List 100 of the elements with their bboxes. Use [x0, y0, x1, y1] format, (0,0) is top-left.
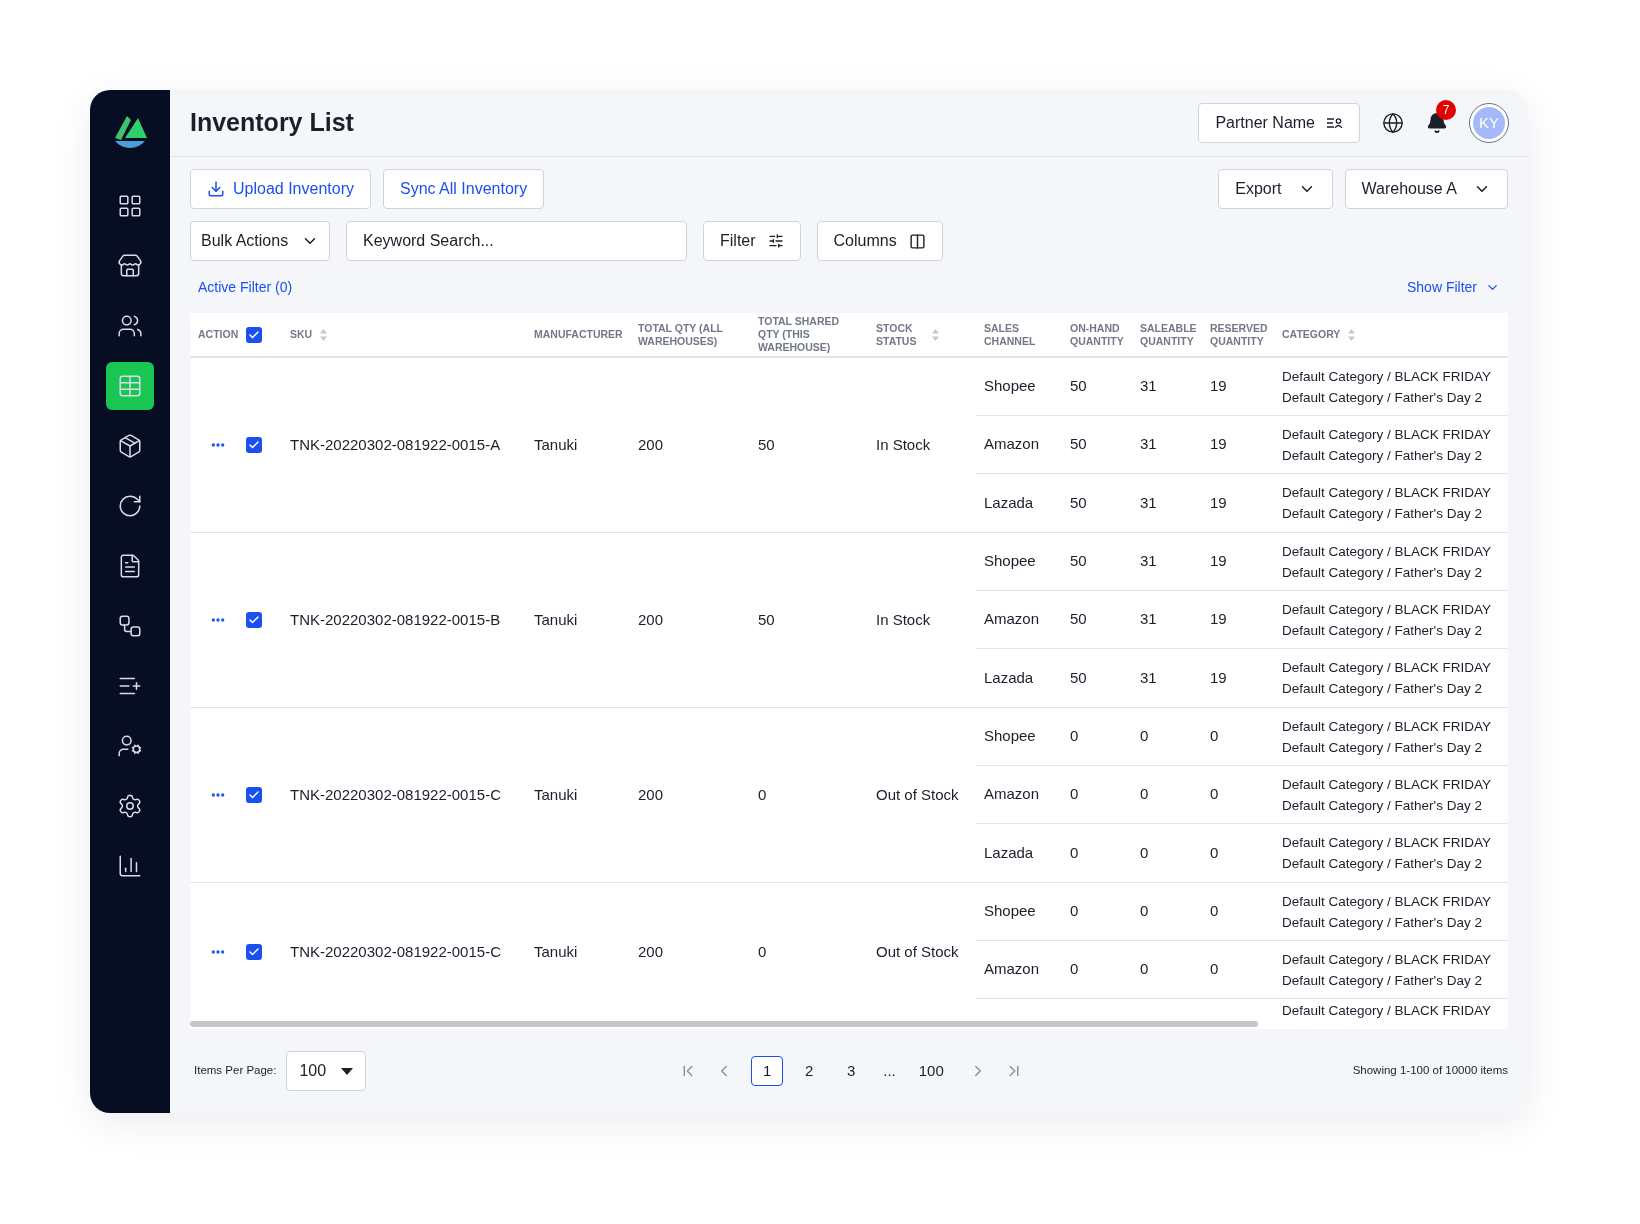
category-text: Default Category / Father's Day 2	[1282, 680, 1483, 698]
refresh-icon	[117, 493, 143, 519]
check-icon	[248, 439, 260, 451]
category-text: Default Category / Father's Day 2	[1282, 796, 1483, 815]
columns-button[interactable]: Columns	[816, 221, 943, 261]
workflow-icon	[117, 613, 143, 639]
stock-status-cell-text: In Stock	[876, 609, 931, 630]
table-cell-text: 50	[758, 609, 775, 630]
category-text: Default Category / BLACK FRIDAY	[1282, 834, 1493, 852]
table-cell: 31	[1140, 610, 1157, 628]
table-cell: 31	[1140, 435, 1157, 453]
table-cell: Amazon	[984, 785, 1040, 803]
table-cell: Shopee	[984, 377, 1036, 395]
category-text: Default Category / Father's Day 2	[1282, 388, 1483, 407]
users-icon	[117, 313, 143, 339]
table-cell: 0	[1070, 960, 1079, 978]
table-cell-text: 200	[638, 609, 664, 630]
column-header: ON-HAND QUANTITY	[1070, 321, 1125, 348]
category-text: Default Category / BLACK FRIDAY	[1282, 892, 1493, 911]
sku-cell-text: TNK-20220302-081922-0015-C	[290, 941, 501, 962]
category-text: Default Category / BLACK FRIDAY	[1282, 1001, 1493, 1020]
horizontal-scrollbar[interactable]	[190, 1021, 1258, 1027]
partner-name-button[interactable]: Partner Name	[1198, 103, 1360, 143]
table-cell: 0	[1210, 843, 1219, 861]
category-text: Default Category / BLACK FRIDAY	[1282, 484, 1493, 502]
column-header: TOTAL SHARED QTY (THIS WAREHOUSE)	[758, 315, 841, 354]
sliders-icon	[767, 233, 784, 249]
table-cell: 50	[1070, 493, 1087, 511]
column-header: TOTAL QTY (ALL WAREHOUSES)	[638, 321, 724, 348]
table-cell-text: Tanuki	[534, 609, 578, 630]
settings-icon	[117, 793, 143, 819]
category-text: Default Category / Father's Day 2	[1282, 971, 1483, 990]
checkbox[interactable]	[246, 612, 262, 628]
table-cell: Amazon	[984, 435, 1040, 453]
table-cell: 0	[1070, 902, 1079, 920]
page-button[interactable]: 3	[835, 1056, 868, 1086]
checkbox[interactable]	[246, 944, 262, 960]
table-cell: 0	[1210, 960, 1219, 978]
table-cell: 50	[1070, 668, 1087, 686]
table-cell: Shopee	[984, 902, 1036, 920]
table-icon	[117, 373, 143, 399]
active-filter-link[interactable]: Active Filter (0)	[198, 276, 293, 298]
pagination-ellipsis: ...	[882, 1060, 897, 1081]
table-cell: 0	[1210, 785, 1219, 803]
table-cell: Lazada	[984, 843, 1034, 861]
sku-cell-text: TNK-20220302-081922-0015-B	[290, 609, 501, 630]
category-text: Default Category / BLACK FRIDAY	[1282, 950, 1493, 969]
upload-inventory-button[interactable]: Upload Inventory	[190, 169, 371, 209]
column-header: STOCK STATUS	[876, 321, 918, 348]
page-button[interactable]: 2	[793, 1056, 826, 1086]
caret-down-icon	[341, 1067, 354, 1075]
column-header: SKU	[290, 328, 313, 341]
table-cell-text: 0	[758, 784, 767, 805]
show-filter-button[interactable]: Show Filter	[1406, 276, 1500, 298]
category-text: Default Category / BLACK FRIDAY	[1282, 425, 1493, 444]
table-cell: Shopee	[984, 552, 1036, 570]
upload-icon	[207, 180, 225, 198]
column-header: CATEGORY	[1282, 328, 1341, 341]
stock-status-cell-text: Out of Stock	[876, 941, 959, 962]
table-cell: 0	[1210, 727, 1219, 745]
table-cell-text: 50	[758, 434, 775, 455]
column-header: ACTION	[198, 328, 239, 341]
table-cell: 19	[1210, 668, 1227, 686]
bar-chart-icon	[117, 853, 143, 879]
stock-status-cell-text: Out of Stock	[876, 784, 959, 805]
category-text: Default Category / BLACK FRIDAY	[1282, 717, 1493, 736]
globe-icon[interactable]	[1382, 112, 1404, 134]
check-icon	[248, 328, 260, 341]
table-cell: 31	[1140, 668, 1157, 686]
checkbox[interactable]	[246, 326, 262, 343]
table-cell: 0	[1070, 727, 1079, 745]
keyword-search-field[interactable]: Keyword Search...	[346, 221, 687, 261]
table-cell-text: 200	[638, 434, 664, 455]
items-per-page-dropdown[interactable]: 100	[286, 1051, 367, 1091]
table-cell: 50	[1070, 377, 1087, 395]
export-button[interactable]: Export	[1218, 169, 1333, 209]
box-icon	[117, 433, 143, 459]
table-cell: 0	[1140, 902, 1149, 920]
table-cell: 31	[1140, 493, 1157, 511]
category-text: Default Category / BLACK FRIDAY	[1282, 775, 1493, 794]
checkbox[interactable]	[246, 787, 262, 803]
bulk-actions-dropdown[interactable]: Bulk Actions	[190, 221, 330, 261]
user-gear-icon	[117, 733, 143, 759]
category-text: Default Category / Father's Day 2	[1282, 505, 1483, 523]
check-icon	[248, 614, 260, 626]
table-cell: 50	[1070, 610, 1087, 628]
page-button[interactable]: 100	[911, 1056, 951, 1086]
notification-icon[interactable]	[1426, 112, 1448, 134]
filter-button[interactable]: Filter	[703, 221, 801, 261]
table-cell: 19	[1210, 493, 1227, 511]
sync-inventory-button[interactable]: Sync All Inventory	[382, 169, 545, 209]
page-button[interactable]: 1	[751, 1056, 784, 1086]
category-text: Default Category / Father's Day 2	[1282, 913, 1483, 932]
table-cell: 31	[1140, 377, 1157, 395]
column-header: MANUFACTURER	[534, 328, 624, 341]
table-cell: 0	[1140, 785, 1149, 803]
warehouse-dropdown[interactable]: Warehouse A	[1344, 169, 1508, 209]
category-text: Default Category / BLACK FRIDAY	[1282, 542, 1493, 561]
column-header: SALES CHANNEL	[984, 321, 1037, 348]
checkbox[interactable]	[246, 437, 262, 453]
